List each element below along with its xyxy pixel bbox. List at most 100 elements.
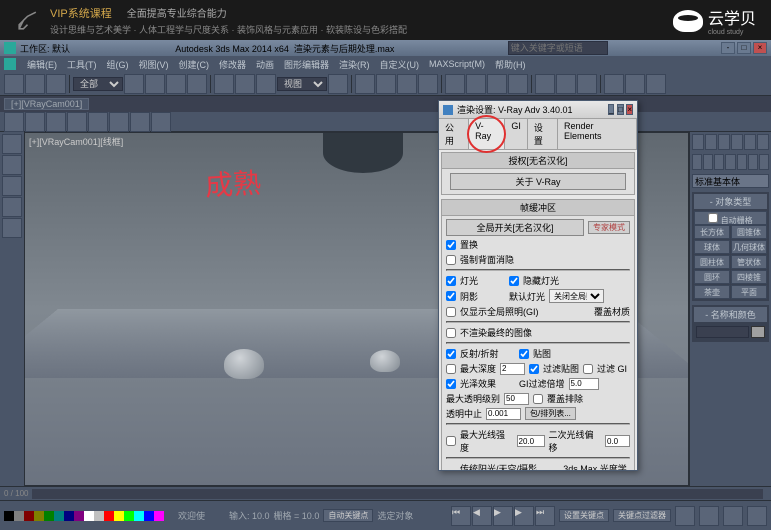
play-end[interactable]: ⏭ [535, 506, 555, 526]
tb-pivot[interactable] [328, 74, 348, 94]
menu-graph[interactable]: 图形编辑器 [281, 58, 332, 71]
menu-edit[interactable]: 编辑(E) [24, 58, 60, 71]
play-next[interactable]: ▶ [514, 506, 534, 526]
swatch-008080[interactable] [54, 511, 64, 521]
tb-select-name[interactable] [145, 74, 165, 94]
minimize-button[interactable]: - [721, 42, 735, 54]
maximize-button[interactable]: □ [737, 42, 751, 54]
cp-tab-display[interactable] [744, 134, 756, 150]
viewport-tab[interactable]: [+][VRayCam001] [4, 98, 89, 110]
about-vray-button[interactable]: 关于 V-Ray [450, 173, 627, 190]
inp-secondary-bias[interactable] [605, 435, 630, 447]
inp-max-ray[interactable] [517, 435, 545, 447]
play-play[interactable]: ▶ [493, 506, 513, 526]
chk-no-final[interactable] [446, 328, 456, 338]
swatch-000080[interactable] [64, 511, 74, 521]
tb-select[interactable] [124, 74, 144, 94]
dlg-tab-elements[interactable]: Render Elements [558, 119, 637, 149]
chk-shadows[interactable] [446, 291, 456, 301]
chk-max-ray[interactable] [446, 436, 456, 446]
sec-framebuffer-header[interactable]: 帧缓冲区 [442, 200, 634, 216]
expert-mode-button[interactable]: 专家模式 [588, 221, 630, 234]
chk-hidden-lights[interactable] [509, 276, 519, 286]
dialog-maximize[interactable]: □ [617, 104, 624, 115]
tb-selection-filter[interactable]: 全部 [73, 77, 123, 91]
cp-tab-create[interactable] [692, 134, 704, 150]
tb-coord-sys[interactable]: 视图 [277, 77, 327, 91]
swatch-ff00ff[interactable] [154, 511, 164, 521]
chk-displacement[interactable] [446, 240, 456, 250]
cp-cat-systems[interactable] [759, 154, 769, 170]
lt-btn-1[interactable] [2, 134, 22, 154]
btn-autokey[interactable]: 自动关键点 [323, 509, 373, 522]
swatch-ffffff[interactable] [84, 511, 94, 521]
primitive-圆环[interactable]: 圆环 [694, 270, 730, 284]
sel-default-lights[interactable]: 关闭全局照 [549, 289, 604, 303]
dialog-body[interactable]: 授权[无名汉化] 关于 V-Ray 帧缓冲区 全局开关[无名汉化] 专家模式 置… [439, 150, 637, 470]
dlg-tab-common[interactable]: 公用 [439, 119, 469, 149]
tb-snap[interactable] [355, 74, 375, 94]
app-icon[interactable] [4, 42, 16, 54]
lt-btn-4[interactable] [2, 197, 22, 217]
cp-cat-helpers[interactable] [737, 154, 747, 170]
cp-cat-shapes[interactable] [703, 154, 713, 170]
help-search-input[interactable] [508, 41, 608, 55]
primitive-几何球体[interactable]: 几何球体 [731, 240, 767, 254]
primitive-管状体[interactable]: 管状体 [731, 255, 767, 269]
tb-move[interactable] [214, 74, 234, 94]
ribbon-btn-7[interactable] [130, 112, 150, 132]
chk-max-depth[interactable] [446, 364, 456, 374]
inp-gi-filter-mult[interactable] [569, 378, 599, 390]
chk-filter-maps[interactable] [529, 364, 539, 374]
primitive-球体[interactable]: 球体 [694, 240, 730, 254]
dlg-tab-gi[interactable]: GI [505, 119, 528, 149]
tb-schematic[interactable] [556, 74, 576, 94]
cp-subcategory-dropdown[interactable]: 标准基本体 [692, 174, 769, 188]
menu-custom[interactable]: 自定义(U) [377, 58, 423, 71]
swatch-008000[interactable] [44, 511, 54, 521]
tb-rotate[interactable] [235, 74, 255, 94]
timeline[interactable]: 0 / 100 [0, 486, 771, 500]
tb-curve-editor[interactable] [535, 74, 555, 94]
nav-zoom[interactable] [699, 506, 719, 526]
swatch-800080[interactable] [74, 511, 84, 521]
menu-create[interactable]: 创建(C) [176, 58, 213, 71]
menu-group[interactable]: 组(G) [104, 58, 132, 71]
nav-orbit[interactable] [723, 506, 743, 526]
inp-transp-cutoff[interactable] [486, 408, 521, 420]
cp-tab-modify[interactable] [705, 134, 717, 150]
cp-object-name[interactable] [696, 326, 749, 338]
lt-btn-2[interactable] [2, 155, 22, 175]
ribbon-btn-6[interactable] [109, 112, 129, 132]
chk-maps[interactable] [519, 349, 529, 359]
menu-render[interactable]: 渲染(R) [336, 58, 373, 71]
tb-mirror[interactable] [466, 74, 486, 94]
viewport-label[interactable]: [+][VRayCam001][线框] [29, 135, 123, 148]
tb-unlink[interactable] [25, 74, 45, 94]
tb-scale[interactable] [256, 74, 276, 94]
dialog-titlebar[interactable]: 渲染设置: V-Ray Adv 3.40.01 _ □ × [439, 101, 637, 119]
chk-lights[interactable] [446, 276, 456, 286]
chk-only-gi[interactable] [446, 307, 456, 317]
swatch-00ffff[interactable] [134, 511, 144, 521]
close-button[interactable]: × [753, 42, 767, 54]
tb-render-frame[interactable] [625, 74, 645, 94]
sec-auth-header[interactable]: 授权[无名汉化] [442, 153, 634, 169]
tb-layers[interactable] [508, 74, 528, 94]
menu-animation[interactable]: 动画 [253, 58, 277, 71]
play-start[interactable]: ⏮ [451, 506, 471, 526]
cp-cat-geometry[interactable] [692, 154, 702, 170]
ribbon-btn-2[interactable] [25, 112, 45, 132]
primitive-长方体[interactable]: 长方体 [694, 225, 730, 239]
swatch-00ff00[interactable] [124, 511, 134, 521]
cp-tab-motion[interactable] [731, 134, 743, 150]
swatch-000000[interactable] [4, 511, 14, 521]
nav-pan[interactable] [675, 506, 695, 526]
swatch-808000[interactable] [34, 511, 44, 521]
inp-max-transp[interactable] [504, 393, 529, 405]
chk-reflection[interactable] [446, 349, 456, 359]
global-switches-button[interactable]: 全局开关[无名汉化] [446, 219, 584, 236]
btn-setkey[interactable]: 设置关键点 [559, 509, 609, 522]
ribbon-btn-5[interactable] [88, 112, 108, 132]
lt-btn-3[interactable] [2, 176, 22, 196]
